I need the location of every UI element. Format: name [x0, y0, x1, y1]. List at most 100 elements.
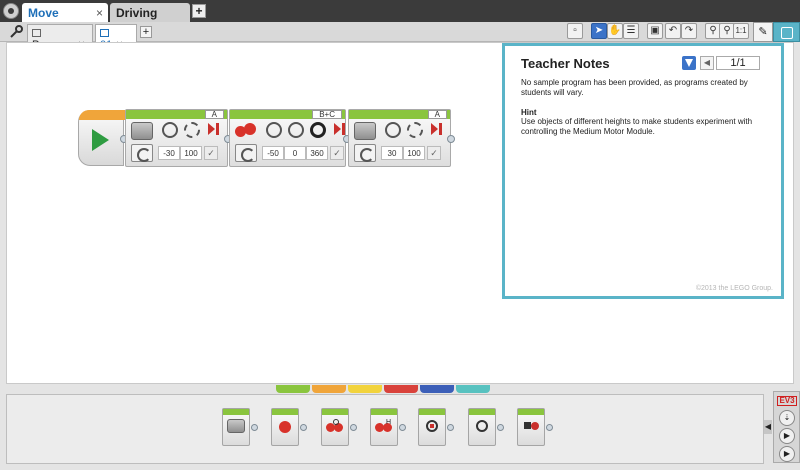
start-block-cap [79, 110, 125, 120]
right-speed-value[interactable]: 0 [284, 146, 306, 160]
port-selector[interactable]: A [427, 110, 447, 119]
content-editor-icon[interactable] [773, 22, 800, 42]
sequence-connector [546, 424, 553, 431]
hint-text: Use objects of different heights to make… [521, 117, 753, 136]
play-icon [92, 129, 109, 151]
palette-category-tab[interactable] [312, 385, 346, 393]
right-speed-icon [288, 122, 304, 138]
palette-large-motor-block[interactable] [271, 408, 307, 446]
download-and-run-icon[interactable]: ▶ [779, 428, 795, 444]
page-indicator: 1/1 [716, 56, 760, 70]
sequence-connector [251, 424, 258, 431]
move-tank-block[interactable]: B+C -50 0 360 ✓ [229, 109, 346, 167]
redo-icon[interactable]: ↷ [681, 23, 697, 39]
select-cursor-icon[interactable]: ➤ [591, 23, 607, 39]
download-icon[interactable]: ⇣ [779, 410, 795, 426]
palette-brick-status-light-block[interactable] [517, 408, 553, 446]
mode-selector-icon[interactable] [235, 144, 257, 162]
undo-icon[interactable]: ↶ [665, 23, 681, 39]
port-selector[interactable]: B+C [312, 110, 342, 119]
hourglass-icon[interactable] [682, 56, 696, 70]
block-palette: H [6, 394, 764, 464]
zoom-reset-button[interactable]: 1:1 [733, 23, 749, 39]
palette-sound-block[interactable] [468, 408, 504, 446]
save-icon[interactable]: ▣ [647, 23, 663, 39]
palette-category-tab[interactable] [276, 385, 310, 393]
rotations-value[interactable]: 100 [403, 146, 425, 160]
notes-body: No sample program has been provided, as … [521, 78, 748, 97]
list-icon[interactable]: ☰ [623, 23, 639, 39]
medium-motor-icon [227, 419, 245, 433]
project-tab-driving-base[interactable]: Driving Base [110, 3, 190, 34]
program-icon [32, 29, 41, 37]
hint-title: Hint [521, 108, 537, 117]
medium-motor-block[interactable]: A 30 100 ✓ [348, 109, 451, 167]
brake-check-icon[interactable]: ✓ [204, 146, 218, 160]
speed-value[interactable]: -30 [158, 146, 180, 160]
block-header [518, 409, 544, 415]
run-selected-icon[interactable]: ▶ [779, 446, 795, 462]
ev3-brick-icon[interactable]: EV3 [777, 396, 797, 406]
notes-pager: ◀ 1/1 [682, 56, 762, 72]
move-steering-icon [326, 419, 344, 433]
medium-motor-block[interactable]: A -30 100 ✓ [125, 109, 228, 167]
mode-selector-icon[interactable] [131, 144, 153, 162]
left-speed-icon [266, 122, 282, 138]
hardware-page: ◀ EV3 ⇣ ▶ ▶ [764, 390, 800, 470]
palette-display-block[interactable] [418, 408, 454, 446]
left-speed-value[interactable]: -50 [262, 146, 284, 160]
expand-arrow-icon[interactable]: ◀ [764, 420, 772, 434]
copyright: ©2013 the LEGO Group. [695, 285, 773, 292]
rotations-icon [407, 122, 423, 138]
palette-category-tab[interactable] [384, 385, 418, 393]
rotations-value[interactable]: 100 [180, 146, 202, 160]
teacher-notes-panel: Teacher Notes ◀ 1/1 No sample program ha… [502, 43, 784, 299]
teacher-notes-icon[interactable]: ✎ [753, 22, 773, 42]
large-motor-icon [276, 419, 294, 433]
palette-category-tab[interactable] [348, 385, 382, 393]
project-tab-move-object[interactable]: Move Object* × [22, 3, 108, 34]
lobby-icon[interactable] [3, 3, 19, 19]
add-project-button[interactable]: + [192, 4, 206, 18]
sound-icon [473, 419, 491, 433]
block-header [469, 409, 495, 415]
palette-category-tab[interactable] [456, 385, 490, 393]
pan-hand-icon[interactable]: ✋ [607, 23, 623, 39]
block-header [419, 409, 445, 415]
brake-check-icon[interactable]: ✓ [330, 146, 344, 160]
display-icon [423, 419, 441, 433]
brake-icon [429, 122, 445, 138]
palette-move-tank-block[interactable]: H [370, 408, 406, 446]
brick-status-light-icon [522, 419, 540, 433]
sequence-connector [350, 424, 357, 431]
brake-icon [206, 122, 222, 138]
wrench-icon[interactable] [8, 24, 24, 40]
speed-value[interactable]: 30 [381, 146, 403, 160]
tab-program[interactable]: Program× [27, 24, 93, 51]
program-tab-bar: Program× 01× + ▫ ➤ ✋ ☰ ▣ ↶ ↷ ⚲ ⚲ 1:1 [0, 22, 800, 51]
comment-icon[interactable]: ▫ [567, 23, 583, 39]
degrees-value[interactable]: 360 [306, 146, 328, 160]
block-header [272, 409, 298, 415]
degrees-icon [310, 122, 326, 138]
palette-medium-motor-block[interactable] [222, 408, 258, 446]
tab-01[interactable]: 01× [95, 24, 137, 51]
block-header [371, 409, 397, 415]
project-tab-bar: Move Object* × Driving Base + [0, 0, 800, 34]
mode-selector-icon[interactable] [354, 144, 376, 162]
rotations-icon [184, 122, 200, 138]
port-selector[interactable]: A [204, 110, 224, 119]
palette-category-tab[interactable] [420, 385, 454, 393]
start-block[interactable] [78, 110, 125, 166]
add-program-button[interactable]: + [140, 26, 152, 38]
large-motors-icon [235, 122, 257, 140]
medium-motor-icon [131, 122, 153, 140]
block-header [322, 409, 348, 415]
medium-motor-icon [354, 122, 376, 140]
palette-move-steering-block[interactable] [321, 408, 357, 446]
previous-page-icon[interactable]: ◀ [700, 56, 714, 70]
brake-check-icon[interactable]: ✓ [427, 146, 441, 160]
sequence-connector[interactable] [447, 135, 455, 143]
sequence-connector [399, 424, 406, 431]
close-icon[interactable]: × [96, 6, 103, 20]
